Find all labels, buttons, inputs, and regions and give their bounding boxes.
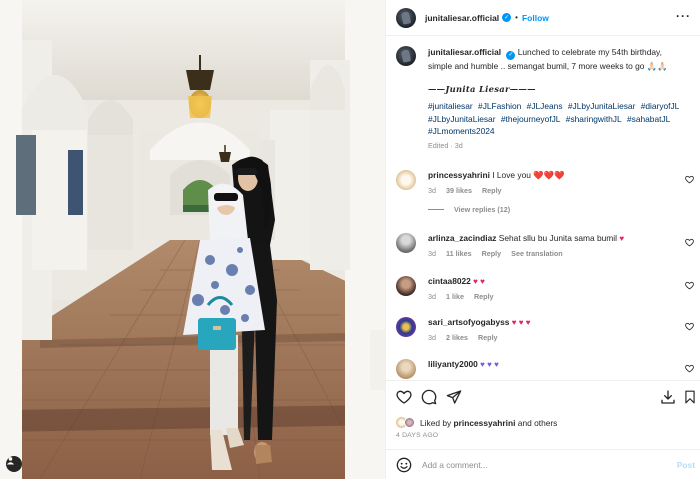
add-comment-bar: Post [386, 449, 700, 479]
view-replies-label: View replies (12) [454, 205, 511, 214]
more-options-button[interactable]: ··· [676, 10, 691, 22]
comment-age: 3d [428, 186, 436, 195]
follow-button[interactable]: Follow [522, 13, 549, 23]
heart-emoji: ♥ ♥ [473, 277, 485, 286]
reply-button[interactable]: Reply [478, 333, 498, 342]
commenter-avatar[interactable] [396, 233, 416, 253]
add-comment-input[interactable] [422, 459, 662, 470]
share-icon[interactable] [446, 389, 462, 405]
hashtag-link[interactable]: #JLbyJunitaLiesar [568, 101, 636, 111]
verified-icon: ✓ [506, 50, 516, 60]
comment-heart-icon[interactable] [685, 281, 694, 290]
post-photo[interactable] [0, 0, 385, 479]
hashtag-link[interactable]: #JLbyJunitaLiesar [428, 114, 496, 124]
colonnade-photo [0, 0, 385, 479]
comment-item: sari_artsofyogabyss ♥ ♥ ♥ 3d 2 likes Rep… [396, 317, 696, 342]
commenter-avatar[interactable] [396, 170, 416, 190]
comment-username[interactable]: cintaa8022 [428, 276, 471, 286]
heart-emoji: ♥ [619, 234, 625, 243]
author-username[interactable]: junitaliesar.official [425, 13, 499, 23]
purple-heart-emoji: ♥ ♥ ♥ [480, 360, 499, 369]
hashtag-link[interactable]: #JLJeans [527, 101, 563, 111]
comment-item: arlinza_zacindiaz Sehat sllu bu Junita s… [396, 233, 696, 258]
hashtag-link[interactable]: #thejourneyofJL [501, 114, 561, 124]
verified-icon: ✓ [502, 13, 512, 22]
comment-username[interactable]: princessyahrini [428, 170, 490, 180]
heart-emoji: ♥ ♥ ♥ [511, 318, 531, 327]
replies-divider [428, 209, 444, 210]
header-separator: • [515, 13, 518, 22]
save-icon[interactable] [683, 389, 697, 405]
view-replies-button[interactable]: View replies (12) [428, 205, 696, 214]
hashtag-link[interactable]: #JLmoments2024 [428, 126, 495, 136]
caption: junitaliesar.official ✓ Lunched to celeb… [396, 46, 686, 152]
liker-username[interactable]: princessyahrini [454, 418, 516, 428]
download-icon[interactable] [660, 389, 676, 405]
comment-item: cintaa8022 ♥ ♥ 3d 1 like Reply [396, 276, 696, 301]
user-tag-button[interactable] [6, 456, 22, 472]
emoji-icon[interactable] [396, 457, 412, 473]
comment-username[interactable]: liliyanty2000 [428, 359, 478, 369]
post-side-panel: junitaliesar.official ✓ • Follow ··· jun… [385, 0, 700, 479]
commenter-avatar[interactable] [396, 359, 416, 379]
author-avatar[interactable] [396, 7, 416, 28]
comment-age: 3d [428, 249, 436, 258]
comment-heart-icon[interactable] [685, 364, 694, 373]
comment-icon[interactable] [421, 389, 437, 405]
comment-age: 3d [428, 292, 436, 301]
caption-avatar[interactable] [396, 46, 416, 66]
caption-username[interactable]: junitaliesar.official [428, 47, 501, 57]
caption-meta: Edited · 3d [428, 141, 463, 151]
comment-heart-icon[interactable] [685, 175, 694, 184]
post-time-ago: 4 DAYS AGO [396, 432, 439, 439]
commenter-avatar[interactable] [396, 317, 416, 337]
comment-age: 3d [428, 333, 436, 342]
comment-username[interactable]: arlinza_zacindiaz [428, 233, 496, 243]
comments-list[interactable]: junitaliesar.official ✓ Lunched to celeb… [386, 37, 700, 379]
comment-item: liliyanty2000 ♥ ♥ ♥ [396, 359, 696, 379]
likes-text[interactable]: Liked by princessyahrini and others [420, 418, 557, 428]
post-actions: Liked by princessyahrini and others 4 DA… [386, 380, 700, 458]
commenter-avatar[interactable] [396, 276, 416, 296]
reply-button[interactable]: Reply [474, 292, 494, 301]
comment-likes[interactable]: 39 likes [446, 186, 472, 195]
caption-hashtags: #junitaliesar #JLFashion #JLJeans #JLbyJ… [428, 100, 686, 137]
liker-avatar [404, 417, 415, 428]
hashtag-link[interactable]: #JLFashion [478, 101, 521, 111]
comment-text: Sehat sllu bu Junita sama bumil [498, 233, 620, 243]
hashtag-link[interactable]: #diaryofJL [641, 101, 680, 111]
comment-heart-icon[interactable] [685, 322, 694, 331]
heart-icon[interactable] [396, 389, 412, 405]
comment-text: I Love you ❤️❤️❤️ [492, 170, 565, 180]
see-translation-link[interactable]: See translation [511, 249, 563, 258]
post-header: junitaliesar.official ✓ • Follow ··· [386, 0, 700, 36]
comment-item: princessyahrini I Love you ❤️❤️❤️ 3d 39 … [396, 170, 696, 214]
reply-button[interactable]: Reply [482, 186, 502, 195]
comment-likes[interactable]: 11 likes [446, 249, 472, 258]
comment-likes[interactable]: 2 likes [446, 333, 468, 342]
user-tag-icon [6, 457, 15, 465]
hashtag-link[interactable]: #sharingwithJL [566, 114, 622, 124]
comment-username[interactable]: sari_artsofyogabyss [428, 317, 509, 327]
comment-likes[interactable]: 1 like [446, 292, 464, 301]
reply-button[interactable]: Reply [482, 249, 502, 258]
likes-summary: Liked by princessyahrini and others [396, 417, 557, 428]
caption-signature: ——Junita Liesar——— [428, 83, 536, 94]
post-comment-button[interactable]: Post [677, 460, 695, 470]
comment-heart-icon[interactable] [685, 238, 694, 247]
hashtag-link[interactable]: #junitaliesar [428, 101, 473, 111]
hashtag-link[interactable]: #sahabatJL [627, 114, 670, 124]
